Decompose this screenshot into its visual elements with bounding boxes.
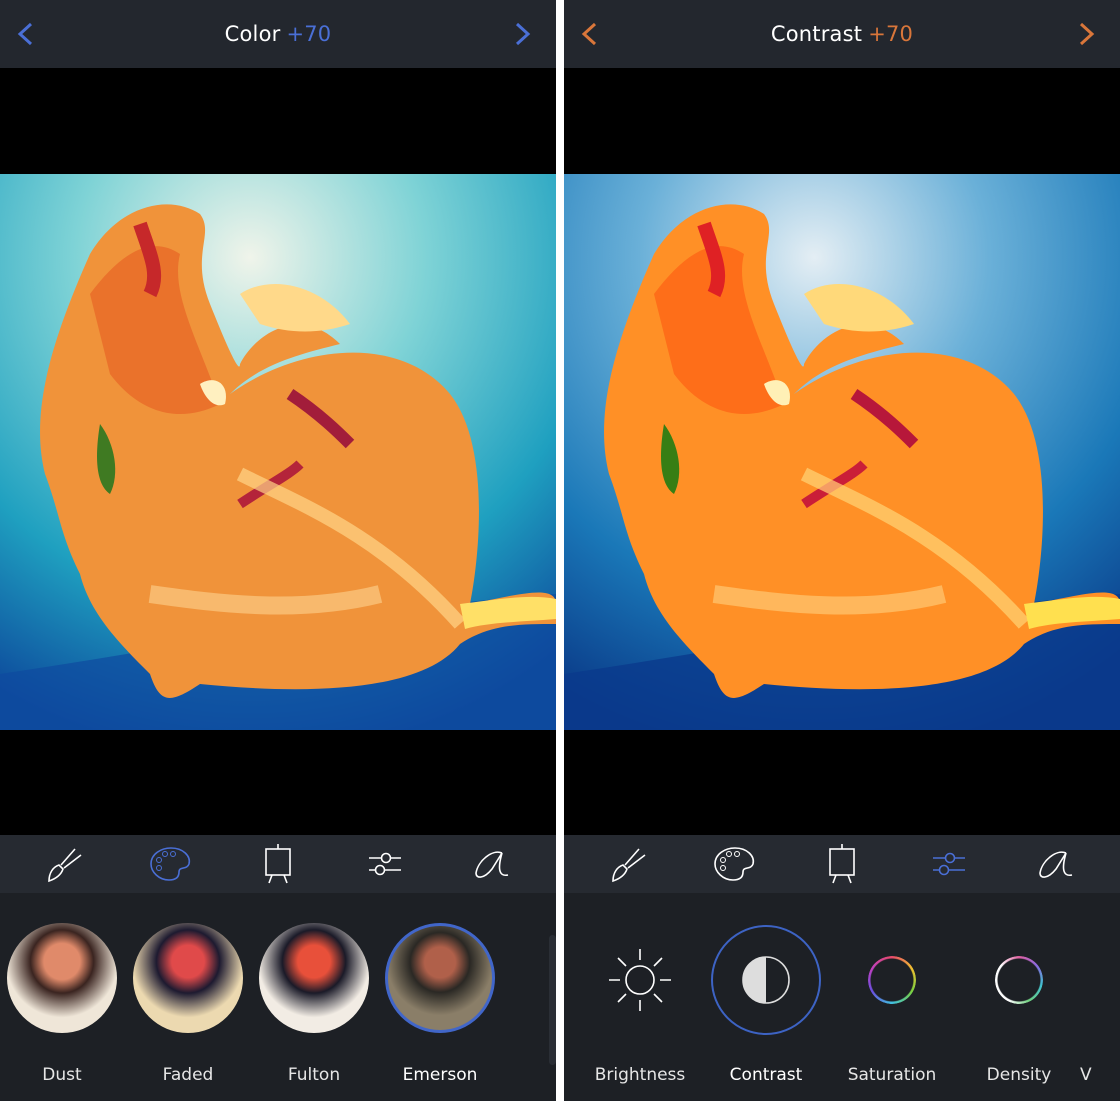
header-bar: Contrast +70 [564,0,1120,68]
adjust-label: Density [986,1065,1052,1085]
adjust-tool[interactable] [361,840,409,888]
page-title: Color +70 [225,22,332,46]
tool-bar [0,835,556,893]
photo-canvas[interactable] [0,174,556,730]
tool-bar [564,835,1120,893]
filter-thumbnail [259,923,369,1033]
filter-label: Dust [42,1065,82,1085]
brush-icon [611,848,646,883]
adjust-density[interactable]: Density [954,925,1084,1085]
adjust-label: Saturation [847,1065,937,1085]
adjust-contrast[interactable]: Contrast [701,925,831,1085]
palette-tool[interactable] [147,840,195,888]
text-tool[interactable] [1032,840,1080,888]
scrollbar[interactable] [549,935,556,1065]
title-value: +70 [868,22,914,46]
filter-faded[interactable]: Faded [128,923,248,1085]
adjust-saturation[interactable]: Saturation [827,925,957,1085]
brush-tool[interactable] [604,840,652,888]
sun-icon [609,949,671,1011]
filter-thumbnail-selected [385,923,495,1033]
font-icon [1039,851,1073,878]
partial-icon-wrap [1105,925,1115,1035]
adjust-label: Brightness [594,1065,686,1085]
filter-label: Faded [162,1065,214,1085]
easel-icon [829,844,855,884]
density-ring-icon [995,956,1043,1004]
color-ring-icon [868,956,916,1004]
filter-thumbnail [7,923,117,1033]
brush-icon [47,848,82,883]
title-label: Contrast [770,22,863,46]
palette-icon [149,847,190,881]
contrast-icon-wrap [711,925,821,1035]
adjust-tool[interactable] [925,840,973,888]
chevron-right-icon[interactable] [510,22,534,46]
sliders-icon [369,852,402,876]
adjust-label: Contrast [729,1065,803,1085]
adjust-label: V [1080,1065,1092,1085]
filter-label: Fulton [287,1065,341,1085]
palette-icon [713,847,754,881]
density-icon-wrap [964,925,1074,1035]
palette-tool[interactable] [711,840,759,888]
canvas-tool[interactable] [254,840,302,888]
photo-canvas[interactable] [564,174,1120,730]
color-panel: Color +70 Dust Faded Fulton Emerson [0,0,556,1101]
chevron-left-icon[interactable] [578,22,602,46]
sliders-icon [933,852,966,876]
title-value: +70 [286,22,332,46]
chevron-left-icon[interactable] [14,22,38,46]
filter-tray: Dust Faded Fulton Emerson [0,893,556,1101]
filter-dust[interactable]: Dust [2,923,122,1085]
chevron-right-icon[interactable] [1074,22,1098,46]
filter-thumbnail [133,923,243,1033]
adjustment-tray: Brightness Contrast Saturation Density V [564,893,1120,1101]
easel-icon [265,844,291,884]
adjust-partial[interactable]: V [1080,925,1120,1085]
saturation-icon-wrap [837,925,947,1035]
filter-label: Emerson [402,1065,478,1085]
title-label: Color [224,22,281,46]
filter-fulton[interactable]: Fulton [254,923,374,1085]
filter-emerson[interactable]: Emerson [380,923,500,1085]
font-icon [475,851,509,878]
contrast-panel: Contrast +70 Brightness Contrast Saturati… [564,0,1120,1101]
brightness-icon-wrap [585,925,695,1035]
canvas-tool[interactable] [818,840,866,888]
brush-tool[interactable] [40,840,88,888]
text-tool[interactable] [468,840,516,888]
page-title: Contrast +70 [771,22,913,46]
header-bar: Color +70 [0,0,556,68]
adjust-brightness[interactable]: Brightness [575,925,705,1085]
contrast-icon [742,956,790,1004]
